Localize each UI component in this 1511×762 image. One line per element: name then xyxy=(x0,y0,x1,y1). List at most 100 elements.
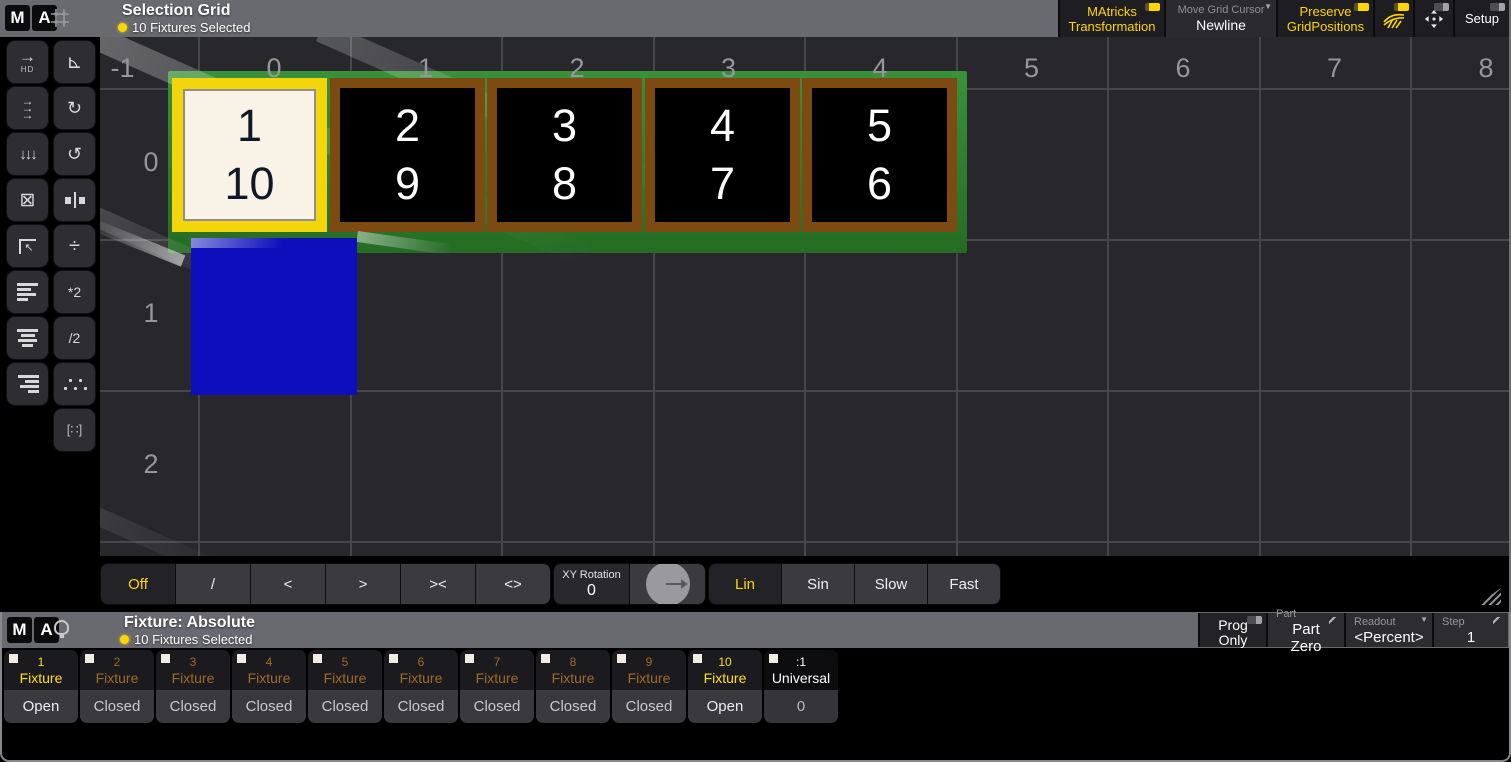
part-field[interactable]: Part Part Zero xyxy=(1268,613,1344,647)
fixture-cell[interactable]: 110 xyxy=(172,78,327,232)
window-resize-grip[interactable] xyxy=(1477,588,1501,605)
brackets-icon xyxy=(67,422,83,438)
readout-value: <Percent> xyxy=(1354,629,1424,646)
gridline-vertical xyxy=(1107,37,1109,556)
fixture-cell[interactable]: 29 xyxy=(330,78,485,232)
arrange-right-button[interactable]: HD xyxy=(6,40,49,84)
appearance-swatch xyxy=(769,654,778,663)
grid-column-header: 4 xyxy=(850,53,910,84)
preserve-grid-positions-button[interactable]: Preserve GridPositions xyxy=(1278,0,1373,37)
appearance-swatch xyxy=(161,654,170,663)
grid-bottom-toolbar: Off/<>><<> XY Rotation 0 LinSinSlowFast xyxy=(100,563,1001,605)
fixture-id-visibility-button[interactable] xyxy=(1375,0,1413,37)
encoder-key[interactable]: 2FixtureClosed xyxy=(80,650,154,723)
appearance-swatch xyxy=(9,654,18,663)
app-root: HD *2/2 11029384756 -1012345678012 Off/<… xyxy=(0,0,1511,762)
compact-grid-button[interactable] xyxy=(6,178,49,222)
encoder-key[interactable]: 8FixtureClosed xyxy=(536,650,610,723)
encoder-key-value: Closed xyxy=(460,690,534,723)
corner-icon xyxy=(19,239,36,254)
xy-rotation-knob[interactable] xyxy=(630,564,705,604)
encoder-key[interactable]: 6FixtureClosed xyxy=(384,650,458,723)
encoder-key[interactable]: 1FixtureOpen xyxy=(4,650,78,723)
decor-stripe xyxy=(100,503,282,556)
multiply-two-button[interactable]: *2 xyxy=(53,270,96,314)
encoder-key[interactable]: 5FixtureClosed xyxy=(308,650,382,723)
align-center-button[interactable] xyxy=(6,316,49,360)
scatter-icon xyxy=(63,378,87,390)
encoder-key-id: 3 xyxy=(190,655,197,670)
encoder-key[interactable]: 10FixtureOpen xyxy=(688,650,762,723)
grid-fit-button[interactable] xyxy=(53,408,96,452)
encoder-key-id: 9 xyxy=(646,655,653,670)
edit-pencil-icon xyxy=(1493,617,1503,627)
divide-spacing-button[interactable] xyxy=(53,224,96,268)
xy-rotation-field[interactable]: XY Rotation 0 xyxy=(554,564,629,604)
divide-two-label: /2 xyxy=(69,330,81,346)
encoder-key-value: Closed xyxy=(80,690,154,723)
curve-button[interactable]: Fast xyxy=(928,564,1000,604)
grid-row-header: 0 xyxy=(136,147,166,178)
grid-column-header: 0 xyxy=(244,53,304,84)
curve-button[interactable]: Sin xyxy=(782,564,854,604)
mirror-horizontal-button[interactable] xyxy=(53,178,96,222)
encoder-key[interactable]: 9FixtureClosed xyxy=(612,650,686,723)
encoder-key[interactable]: 4FixtureClosed xyxy=(232,650,306,723)
encoder-key-universal[interactable]: :1Universal0 xyxy=(764,650,838,723)
setup-label: Setup xyxy=(1465,11,1499,26)
fixture-cell[interactable]: 47 xyxy=(645,78,800,232)
toggle-off-indicator xyxy=(1434,3,1449,11)
grid-cursor[interactable] xyxy=(191,238,357,395)
curve-button[interactable]: Lin xyxy=(709,564,781,604)
corner-origin-button[interactable] xyxy=(6,224,49,268)
selection-grid-canvas[interactable]: 11029384756 -1012345678012 xyxy=(100,37,1509,556)
spread-right-button[interactable] xyxy=(6,86,49,130)
rotate-ccw-button[interactable] xyxy=(53,132,96,176)
edit-pencil-icon xyxy=(1329,617,1339,627)
encoder-key[interactable]: 7FixtureClosed xyxy=(460,650,534,723)
align-right-button[interactable] xyxy=(6,362,49,406)
encoder-key-top: 5Fixture xyxy=(308,650,382,690)
matricks-transformation-button[interactable]: MAtricks Transformation xyxy=(1060,0,1164,37)
grid-column-header: -1 xyxy=(100,53,153,84)
mode-button[interactable]: > xyxy=(326,564,400,604)
preserve-grid-positions-label: Preserve GridPositions xyxy=(1287,4,1364,34)
fixture-cell[interactable]: 56 xyxy=(802,78,957,232)
prog-only-toggle[interactable]: Prog Only xyxy=(1200,613,1266,647)
mode-button[interactable]: <> xyxy=(476,564,550,604)
move-window-button[interactable] xyxy=(1415,0,1453,37)
step-field[interactable]: Step 1 xyxy=(1434,613,1508,647)
encoder-key-label: Fixture xyxy=(400,670,443,686)
readout-select[interactable]: ▼ Readout <Percent> xyxy=(1346,613,1432,647)
encoder-key-id: 6 xyxy=(418,655,425,670)
curve-button[interactable]: Slow xyxy=(855,564,927,604)
mirror-icon xyxy=(65,192,85,208)
mode-button[interactable]: Off xyxy=(101,564,175,604)
gridline-vertical xyxy=(1410,37,1412,556)
appearance-swatch xyxy=(617,654,626,663)
mode-button[interactable]: / xyxy=(176,564,250,604)
gridline-vertical xyxy=(1259,37,1261,556)
rotate-cw-button[interactable] xyxy=(53,86,96,130)
bulb-outline-icon xyxy=(54,620,76,642)
appearance-swatch xyxy=(85,654,94,663)
grid-row-header: 2 xyxy=(136,449,166,480)
move-grid-cursor-button[interactable]: ▼ Move Grid Cursor Newline xyxy=(1166,0,1276,37)
mode-button[interactable]: >< xyxy=(401,564,475,604)
divide-two-button[interactable]: /2 xyxy=(53,316,96,360)
ma-logo[interactable]: M A xyxy=(7,617,59,643)
setup-button[interactable]: Setup xyxy=(1455,0,1509,37)
encoder-key-label: Fixture xyxy=(172,670,215,686)
angle-button[interactable] xyxy=(53,40,96,84)
encoder-key[interactable]: 3FixtureClosed xyxy=(156,650,230,723)
grid-column-header: 5 xyxy=(1002,53,1062,84)
encoder-key-value: Closed xyxy=(232,690,306,723)
grid-column-header: 8 xyxy=(1456,53,1509,84)
align-l-icon xyxy=(17,283,39,301)
scatter-button[interactable] xyxy=(53,362,96,406)
align-left-button[interactable] xyxy=(6,270,49,314)
spread-down-button[interactable] xyxy=(6,132,49,176)
grid-column-header: 6 xyxy=(1153,53,1213,84)
mode-button[interactable]: < xyxy=(251,564,325,604)
fixture-cell[interactable]: 38 xyxy=(487,78,642,232)
